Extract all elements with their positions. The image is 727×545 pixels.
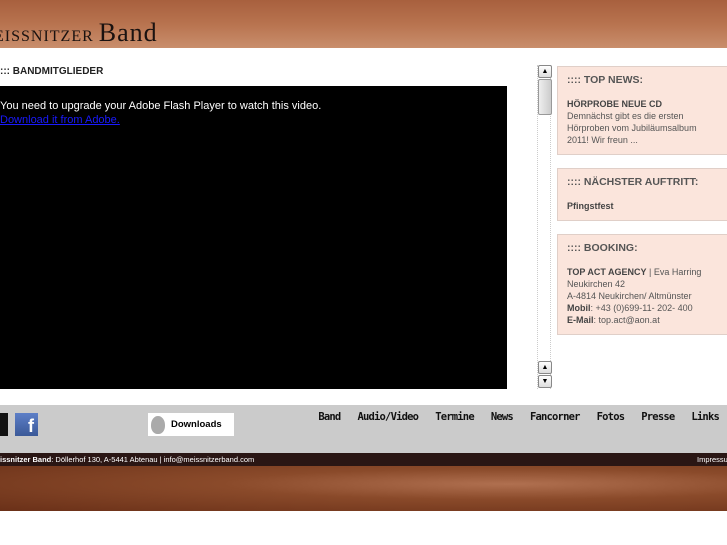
nav-fotos[interactable]: Fotos [597, 411, 625, 423]
page-title: ::: BANDMITGLIEDER [0, 66, 104, 77]
nav-band[interactable]: Band [318, 411, 341, 423]
facebook-icon[interactable]: f [15, 413, 38, 436]
scroll-up-button-bottom[interactable]: ▲ [538, 361, 552, 374]
booking-street: Neukirchen 42 [567, 279, 626, 289]
booking-title: :::: BOOKING: [567, 242, 638, 254]
news-text: Demnächst gibt es die ersten Hörproben v… [567, 111, 697, 145]
flash-video-player[interactable]: You need to upgrade your Adobe Flash Pla… [0, 86, 507, 389]
email-label: E-Mail [567, 315, 594, 325]
nav-audio-video[interactable]: Audio/Video [357, 411, 419, 423]
mobil-label: Mobil [567, 303, 591, 313]
nav-fancorner[interactable]: Fancorner [530, 411, 580, 423]
booking-contact: | Eva Harring [646, 267, 702, 277]
footer-bar: issnitzer Band: Döllerhof 130, A-5441 Ab… [0, 453, 727, 466]
footer-band-name: issnitzer Band [0, 455, 52, 464]
downloads-button[interactable]: Downloads [148, 413, 234, 436]
logo-text-big: Band [98, 18, 158, 47]
top-news-title: :::: TOP NEWS: [567, 74, 644, 86]
top-news-box: :::: TOP NEWS: HÖRPROBE NEUE CD Demnächs… [557, 66, 727, 155]
nav-links[interactable]: Links [691, 411, 719, 423]
logo-text: EISSNITZER [0, 28, 94, 45]
next-gig-title: :::: NÄCHSTER AUFTRITT: [567, 176, 699, 188]
mobil-number: : +43 (0)699-11- 202- 400 [590, 303, 693, 313]
footer-address: : Döllerhof 130, A-5441 Abtenau | info@m… [51, 455, 255, 464]
header-banner: EISSNITZER Band [0, 0, 727, 48]
nav-termine[interactable]: Termine [435, 411, 474, 423]
scroll-up-button[interactable]: ▲ [538, 65, 552, 78]
booking-agency: TOP ACT AGENCY [567, 267, 647, 277]
news-headline[interactable]: HÖRPROBE NEUE CD [567, 99, 662, 109]
scrollbar[interactable]: ▲ ▲ ▼ [537, 65, 552, 389]
scroll-thumb[interactable] [538, 79, 552, 115]
nav-presse[interactable]: Presse [641, 411, 675, 423]
download-flash-link[interactable]: Download it from Adobe. [0, 114, 507, 126]
booking-box: :::: BOOKING: TOP ACT AGENCY | Eva Harri… [557, 234, 727, 335]
email-address[interactable]: : top.act@aon.at [594, 315, 660, 325]
nav-news[interactable]: News [491, 411, 514, 423]
next-gig-box: :::: NÄCHSTER AUFTRITT: Pfingstfest [557, 168, 727, 221]
footer-banner [0, 466, 727, 511]
next-gig-event[interactable]: Pfingstfest [567, 201, 614, 211]
impressum-link[interactable]: Impressum [697, 453, 727, 466]
downloads-label: Downloads [171, 419, 222, 430]
bottom-nav: f Downloads Band Audio/Video Termine New… [0, 405, 727, 453]
scroll-down-button[interactable]: ▼ [538, 375, 552, 388]
logo[interactable]: EISSNITZER Band [0, 18, 158, 48]
flash-message: You need to upgrade your Adobe Flash Pla… [0, 100, 322, 112]
apple-icon [151, 415, 165, 434]
social-icon[interactable] [0, 413, 8, 436]
booking-city: A-4814 Neukirchen/ Altmünster [567, 291, 692, 301]
